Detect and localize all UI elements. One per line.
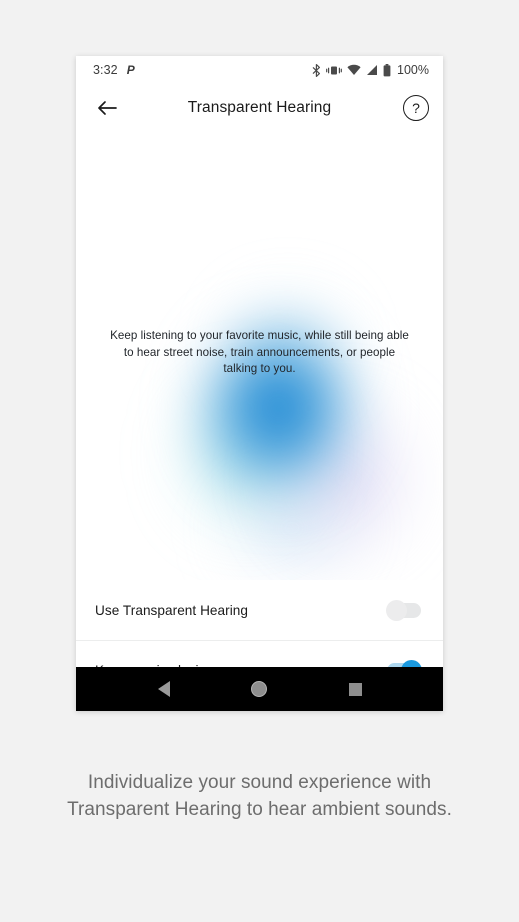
- back-arrow-icon: [98, 101, 117, 115]
- cellular-signal-icon: [366, 64, 378, 76]
- toggle-use-transparent-hearing[interactable]: [386, 599, 421, 621]
- vibrate-icon: [326, 64, 342, 77]
- nav-recents-button[interactable]: [338, 672, 372, 706]
- gradient-blob-lavender: [262, 390, 424, 566]
- battery-icon: [383, 63, 391, 77]
- nav-home-button[interactable]: [242, 672, 276, 706]
- back-button[interactable]: [92, 93, 122, 123]
- status-time: 3:32: [93, 63, 118, 77]
- back-triangle-icon: [157, 681, 170, 697]
- help-button[interactable]: ?: [403, 95, 429, 121]
- hero-description: Keep listening to your favorite music, w…: [110, 329, 409, 376]
- setting-label: Use Transparent Hearing: [95, 602, 249, 618]
- help-question-mark-icon: ?: [412, 100, 420, 116]
- nav-back-button[interactable]: [147, 672, 181, 706]
- status-bar: 3:32 P 100%: [76, 56, 443, 84]
- gradient-blob-bottom: [212, 468, 372, 580]
- recents-square-icon: [348, 682, 362, 696]
- android-navigation-bar: [76, 667, 443, 711]
- home-circle-icon: [251, 681, 268, 697]
- pandora-app-icon: P: [126, 63, 135, 77]
- phone-frame: 3:32 P 100% Transparent Hearing ? Keep l…: [76, 56, 443, 711]
- toggle-knob: [386, 599, 407, 621]
- app-bar: Transparent Hearing ?: [76, 84, 443, 132]
- gradient-blob-cyan: [172, 368, 322, 538]
- setting-row-use-transparent-hearing[interactable]: Use Transparent Hearing: [76, 580, 443, 640]
- battery-percent: 100%: [397, 63, 429, 77]
- status-left-icons: P: [127, 64, 135, 76]
- hero-illustration-area: Keep listening to your favorite music, w…: [76, 132, 443, 580]
- status-right-icons: 100%: [312, 63, 429, 77]
- page-caption: Individualize your sound experience with…: [67, 772, 452, 820]
- bluetooth-icon: [312, 63, 321, 77]
- wifi-icon: [347, 64, 361, 76]
- page-title: Transparent Hearing: [187, 99, 332, 116]
